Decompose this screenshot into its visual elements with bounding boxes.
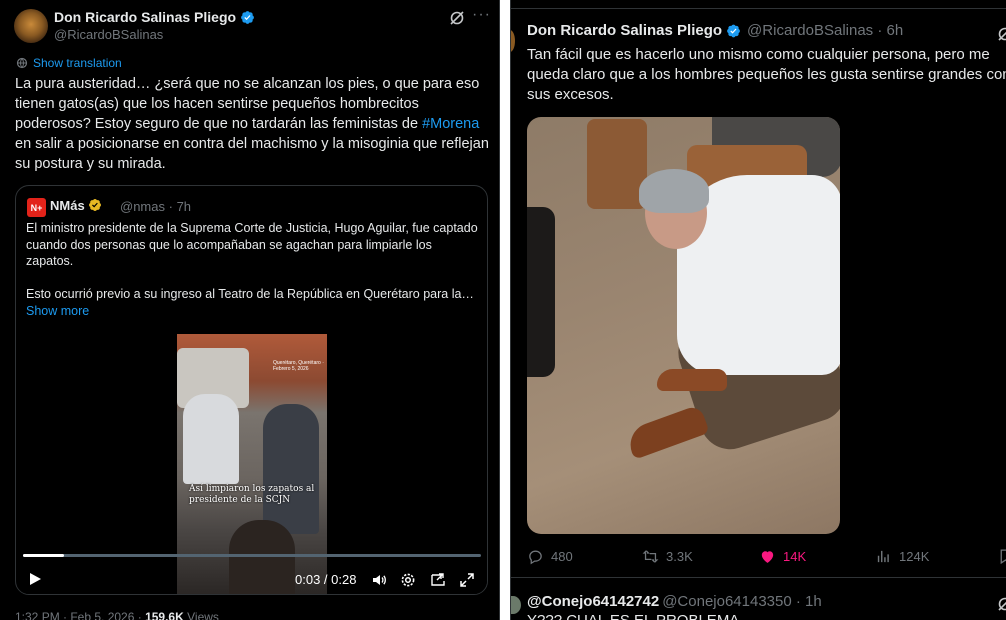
views-count: 159.6K: [145, 610, 184, 620]
quoted-author-name-row[interactable]: NMás: [50, 198, 103, 213]
pip-icon[interactable]: [430, 572, 446, 588]
video-player[interactable]: Querétaro, Querétaro · Febrero 5, 2026 A…: [17, 334, 487, 594]
video-caption: Así limpiaron los zapatos al presidente …: [189, 484, 315, 505]
next-author-handle[interactable]: @Conejo64143350: [662, 593, 792, 610]
post-date[interactable]: 1:32 PM · Feb 5, 2026 ·: [15, 610, 145, 620]
author-name[interactable]: Don Ricardo Salinas Pliego: [54, 9, 236, 25]
views-count: 124K: [899, 549, 930, 564]
show-more-link[interactable]: Show more: [26, 304, 89, 318]
video-small-caption: Querétaro, Querétaro · Febrero 5, 2026: [273, 360, 324, 372]
repost-icon: [642, 550, 659, 563]
reply-button[interactable]: 480: [527, 548, 573, 565]
views-button[interactable]: 124K: [875, 548, 929, 565]
post-text-part1: La pura austeridad… ¿será que no se alca…: [15, 76, 480, 132]
repost-button[interactable]: 3.3K: [642, 548, 693, 565]
photo-man-arm: [685, 267, 715, 327]
bookmark-icon: [1000, 549, 1006, 565]
post-photo[interactable]: [527, 117, 840, 534]
right-post-panel: Don Ricardo Salinas Pliego @RicardoBSali…: [510, 0, 1006, 620]
settings-gear-icon[interactable]: [400, 572, 416, 588]
post-text-part2: en salir a posicionarse en contra del ma…: [15, 136, 489, 172]
next-author-name[interactable]: @Conejo64142742: [527, 593, 659, 610]
grok-icon[interactable]: [997, 26, 1006, 42]
photo-chair: [587, 119, 647, 209]
quoted-author-avatar[interactable]: N+: [27, 198, 46, 217]
reply-count: 480: [551, 549, 573, 564]
play-icon[interactable]: [27, 571, 43, 587]
quoted-author-handle: @nmas: [120, 199, 165, 214]
analytics-icon: [877, 550, 889, 563]
video-time: 0:03 / 0:28: [295, 572, 357, 587]
verified-badge-icon: [240, 10, 255, 25]
quoted-text-p1: El ministro presidente de la Suprema Cor…: [26, 221, 478, 268]
author-handle[interactable]: @RicardoBSalinas: [54, 27, 163, 42]
like-count: 14K: [783, 549, 807, 564]
quoted-author-name[interactable]: NMás: [50, 198, 85, 213]
right-author-meta: @RicardoBSalinas · 6h: [747, 22, 904, 39]
top-divider: [511, 8, 1006, 9]
video-person-foreground: [229, 520, 295, 594]
post-timestamp: 1:32 PM · Feb 5, 2026 · 159.6K Views: [15, 610, 219, 620]
next-author-row[interactable]: @Conejo64142742 @Conejo64143350 · 1h: [527, 593, 822, 610]
quoted-post-card[interactable]: N+ NMás @nmas · 7h El ministro president…: [15, 185, 488, 595]
right-author-handle[interactable]: @RicardoBSalinas: [747, 22, 873, 39]
video-person-dark-jacket: [263, 404, 319, 534]
heart-icon: [761, 551, 774, 563]
next-post-time[interactable]: 1h: [805, 593, 822, 610]
photo-shoe: [657, 369, 727, 391]
quoted-text-p2: Esto ocurrió previo a su ingreso al Teat…: [26, 286, 474, 301]
verified-badge-icon: [726, 23, 741, 38]
right-post-time[interactable]: 6h: [887, 22, 904, 39]
right-post-text: Tan fácil que es hacerlo uno mismo como …: [527, 46, 1006, 103]
next-post-text: Y??? CUAL ES EL PROBLEMA: [527, 612, 739, 620]
views-label: Views: [183, 610, 219, 620]
left-post-panel: Don Ricardo Salinas Pliego @RicardoBSali…: [0, 0, 500, 620]
reply-icon: [529, 550, 542, 565]
bookmark-button[interactable]: [997, 548, 1006, 565]
video-person-white-shirt: [183, 394, 239, 484]
more-options-icon[interactable]: ···: [472, 6, 491, 24]
right-author-name[interactable]: Don Ricardo Salinas Pliego: [527, 22, 722, 39]
quoted-meta: @nmas · 7h: [120, 199, 191, 214]
volume-icon[interactable]: [371, 572, 387, 588]
screenshot-gap: [500, 0, 510, 620]
next-author-meta: @Conejo64143350 · 1h: [662, 593, 822, 610]
quoted-dot: ·: [168, 199, 177, 214]
show-translation-label[interactable]: Show translation: [33, 56, 122, 70]
repost-count: 3.3K: [666, 549, 693, 564]
post-text: La pura austeridad… ¿será que no se alca…: [15, 74, 490, 174]
post-actions: 480 3.3K 14K 124K: [527, 548, 1006, 568]
grok-icon[interactable]: [997, 596, 1006, 612]
photo-man-hair: [639, 169, 709, 213]
video-progress-fill: [23, 554, 64, 557]
fullscreen-icon[interactable]: [459, 572, 475, 588]
photo-person-left: [527, 207, 555, 377]
post-separator: [511, 577, 1006, 578]
hashtag-link[interactable]: #Morena: [422, 116, 479, 132]
quoted-time[interactable]: 7h: [177, 199, 191, 214]
author-avatar[interactable]: [14, 9, 48, 43]
like-button[interactable]: 14K: [759, 548, 806, 565]
show-translation-link[interactable]: Show translation: [16, 56, 122, 70]
translate-icon: [16, 57, 28, 69]
author-name-row[interactable]: Don Ricardo Salinas Pliego: [54, 9, 255, 25]
author-avatar-partial[interactable]: [511, 30, 515, 52]
next-author-avatar[interactable]: [511, 596, 521, 614]
gold-verified-badge-icon: [88, 198, 103, 213]
video-progress-track[interactable]: [23, 554, 481, 557]
photo-shoe-front: [624, 404, 710, 460]
right-author-row[interactable]: Don Ricardo Salinas Pliego @RicardoBSali…: [527, 22, 903, 39]
quoted-text-spacer: [26, 270, 481, 286]
grok-icon[interactable]: [449, 10, 465, 26]
quoted-text: El ministro presidente de la Suprema Cor…: [26, 220, 481, 302]
